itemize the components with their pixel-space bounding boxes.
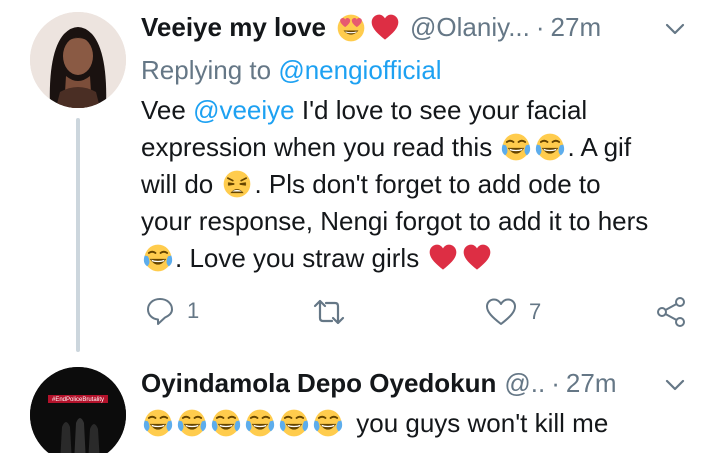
weary-face-emoji [222, 169, 252, 199]
separator-dot: · [551, 368, 560, 398]
text-segment: will do [141, 169, 221, 199]
reply-count: 1 [187, 298, 200, 323]
handle[interactable]: @Olaniy... [410, 12, 530, 43]
text-segment: Vee [141, 95, 194, 125]
replying-to-mention[interactable]: @nengiofficial [278, 55, 441, 85]
text-segment: . A gif [567, 132, 632, 162]
display-name[interactable]: Oyindamola Depo Oyedokun [141, 368, 496, 399]
retweet-icon [313, 299, 345, 325]
tweet-header: Veeiye my love @Olaniy... · 27m [141, 12, 601, 43]
like-count: 7 [529, 299, 542, 324]
text-segment: you guys won't kill me [356, 408, 609, 438]
tears-of-joy-emoji [535, 132, 565, 162]
tweet-text: Vee @veeiye I'd love to see your facial … [141, 92, 701, 277]
display-name[interactable]: Veeiye my love [141, 12, 326, 43]
tears-of-joy-emoji [279, 408, 309, 438]
handle[interactable]: @.. [504, 368, 545, 399]
retweet-button[interactable] [312, 298, 358, 326]
tears-of-joy-emoji [245, 408, 275, 438]
text-segment: your response, Nengi forgot to add it to… [141, 206, 649, 236]
heart-eyes-emoji [336, 13, 366, 43]
separator-dot: · [535, 12, 545, 42]
tweet-veeiye[interactable]: Veeiye my love @Olaniy... · 27m Replying… [0, 0, 720, 352]
replying-to: Replying to @nengiofficial [141, 55, 442, 86]
mention-link[interactable]: @veeiye [193, 95, 295, 125]
chevron-down-icon[interactable] [664, 374, 686, 396]
tweet-oyindamola[interactable]: #EndPoliceBrutality Oyindamola Depo Oyed… [0, 352, 720, 453]
like-button[interactable]: 7 [485, 297, 541, 327]
text-segment: . Pls don't forget to add ode to [254, 169, 601, 199]
reply-icon [147, 298, 173, 325]
avatar[interactable] [30, 12, 126, 108]
text-segment: I'd love to see your facial [294, 95, 588, 125]
timestamp[interactable]: 27m [566, 368, 617, 399]
red-heart-emoji [370, 13, 400, 43]
avatar-banner-text: #EndPoliceBrutality [52, 397, 104, 403]
tweet-actions: 1 7 [0, 292, 720, 332]
share-icon [657, 297, 685, 327]
tears-of-joy-emoji [211, 408, 241, 438]
chevron-down-icon[interactable] [664, 18, 686, 40]
red-heart-emoji [428, 243, 458, 273]
tears-of-joy-emoji [177, 408, 207, 438]
tweet-text: you guys won't kill me [141, 405, 701, 442]
text-segment: expression when you read this [141, 132, 500, 162]
tears-of-joy-emoji [143, 408, 173, 438]
tweet-header: Oyindamola Depo Oyedokun @.. · 27m [141, 368, 617, 399]
share-button[interactable] [655, 296, 687, 328]
text-segment: . Love you straw girls [175, 243, 427, 273]
like-icon [486, 298, 516, 325]
reply-button[interactable]: 1 [145, 296, 199, 326]
timestamp[interactable]: 27m [551, 12, 602, 43]
tears-of-joy-emoji [501, 132, 531, 162]
red-heart-emoji [462, 243, 492, 273]
avatar[interactable]: #EndPoliceBrutality [30, 367, 126, 453]
tears-of-joy-emoji [143, 243, 173, 273]
replying-to-label: Replying to [141, 55, 272, 85]
tears-of-joy-emoji [313, 408, 343, 438]
